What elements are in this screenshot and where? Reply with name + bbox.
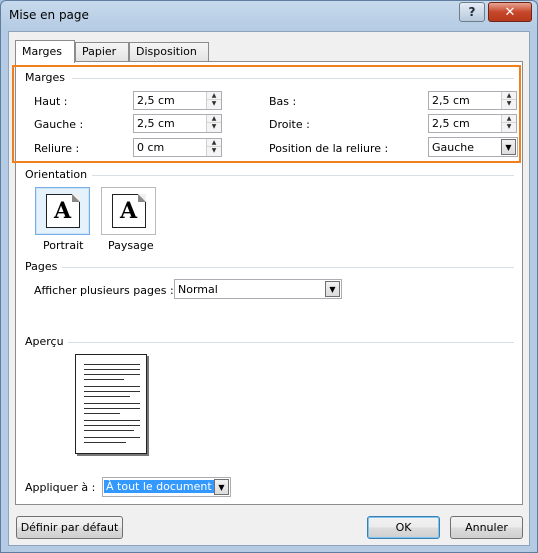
page-glyph: A [119, 198, 138, 224]
multiple-pages-value: Normal [178, 283, 218, 296]
landscape-label: Paysage [108, 239, 154, 252]
close-button[interactable]: ✕ [488, 2, 532, 22]
preview-text-line [84, 420, 140, 421]
spin-down-icon[interactable]: ▼ [207, 123, 221, 131]
dialog-client: Marges Papier Disposition Marges Haut : … [8, 31, 530, 546]
spin-up-icon[interactable]: ▲ [207, 92, 221, 100]
spin-down-icon[interactable]: ▼ [207, 147, 221, 155]
gutter-label: Reliure : [34, 142, 80, 155]
apply-to-select[interactable]: À tout le document ▼ [102, 477, 231, 497]
top-margin-spinner[interactable]: 2,5 cm ▲ ▼ [133, 91, 222, 110]
page-preview [75, 354, 147, 454]
ok-button[interactable]: OK [367, 516, 440, 539]
tab-papier-label: Papier [82, 45, 117, 58]
preview-group-divider [68, 342, 514, 343]
preview-text-line [84, 396, 130, 397]
landscape-option[interactable]: A [101, 187, 156, 235]
preview-text-line [84, 408, 140, 409]
preview-text-line [84, 437, 140, 438]
bottom-margin-value: 2,5 cm [432, 94, 470, 107]
tab-disposition[interactable]: Disposition [129, 42, 209, 61]
spin-up-icon[interactable]: ▲ [502, 115, 516, 123]
spin-up-icon[interactable]: ▲ [207, 139, 221, 147]
page-glyph: A [53, 198, 72, 224]
title-bar[interactable]: Mise en page ? ✕ [1, 1, 537, 31]
preview-text-line [84, 386, 140, 387]
gutter-position-label: Position de la reliure : [269, 142, 389, 155]
spin-down-icon[interactable]: ▼ [207, 100, 221, 108]
top-margin-value: 2,5 cm [137, 94, 175, 107]
page-setup-dialog: Mise en page ? ✕ Marges Papier Dispositi… [0, 0, 538, 553]
orientation-group-label: Orientation [25, 168, 88, 181]
landscape-page-icon: A [111, 194, 146, 228]
multiple-pages-select[interactable]: Normal ▼ [174, 279, 342, 299]
preview-text-line [84, 364, 140, 365]
preview-text-line [84, 403, 140, 404]
preview-text-line [84, 379, 124, 380]
left-margin-label: Gauche : [34, 118, 84, 131]
help-button[interactable]: ? [459, 2, 485, 22]
portrait-page-icon: A [45, 194, 80, 228]
top-margin-label: Haut : [34, 95, 68, 108]
portrait-option[interactable]: A [35, 187, 90, 235]
cancel-label: Annuler [465, 521, 508, 534]
left-margin-value: 2,5 cm [137, 117, 175, 130]
apply-to-label: Appliquer à : [25, 481, 96, 494]
chevron-down-icon[interactable]: ▼ [501, 139, 516, 155]
pages-group-label: Pages [25, 260, 58, 273]
set-default-label: Définir par défaut [20, 521, 119, 534]
preview-text-line [84, 391, 140, 392]
right-margin-spinner[interactable]: 2,5 cm ▲ ▼ [428, 114, 517, 133]
tab-marges[interactable]: Marges [15, 40, 75, 63]
left-margin-spinner[interactable]: 2,5 cm ▲ ▼ [133, 114, 222, 133]
apply-to-value: À tout le document [104, 480, 214, 493]
bottom-margin-spinner[interactable]: 2,5 cm ▲ ▼ [428, 91, 517, 110]
margins-group-divider [72, 78, 514, 79]
right-margin-value: 2,5 cm [432, 117, 470, 130]
preview-text-line [84, 442, 126, 443]
gutter-position-select[interactable]: Gauche ▼ [428, 137, 518, 157]
gutter-position-value: Gauche [432, 141, 475, 154]
window-title: Mise en page [9, 8, 89, 22]
tab-papier[interactable]: Papier [75, 42, 129, 61]
margins-group-label: Marges [25, 71, 66, 84]
preview-text-line [84, 369, 140, 370]
bottom-margin-label: Bas : [269, 95, 297, 108]
preview-text-line [84, 430, 134, 431]
close-icon: ✕ [504, 4, 516, 20]
preview-text-line [84, 374, 140, 375]
gutter-spinner[interactable]: 0 cm ▲ ▼ [133, 138, 222, 157]
preview-text-line [84, 425, 140, 426]
chevron-down-icon[interactable]: ▼ [325, 281, 340, 297]
pages-group-divider [62, 267, 514, 268]
spin-up-icon[interactable]: ▲ [502, 92, 516, 100]
orientation-group-divider [92, 175, 514, 176]
help-icon: ? [468, 5, 476, 19]
spin-up-icon[interactable]: ▲ [207, 115, 221, 123]
preview-group-label: Aperçu [25, 335, 64, 348]
tab-disposition-label: Disposition [136, 45, 197, 58]
spin-down-icon[interactable]: ▼ [502, 100, 516, 108]
ok-label: OK [395, 521, 412, 534]
cancel-button[interactable]: Annuler [450, 516, 523, 539]
right-margin-label: Droite : [269, 118, 310, 131]
gutter-value: 0 cm [137, 141, 165, 154]
tab-marges-label: Marges [22, 45, 63, 58]
portrait-label: Portrait [43, 239, 84, 252]
spin-down-icon[interactable]: ▼ [502, 123, 516, 131]
set-default-button[interactable]: Définir par défaut [16, 516, 123, 539]
chevron-down-icon[interactable]: ▼ [214, 479, 229, 495]
multiple-pages-label: Afficher plusieurs pages : [34, 284, 174, 297]
preview-text-line [84, 413, 120, 414]
